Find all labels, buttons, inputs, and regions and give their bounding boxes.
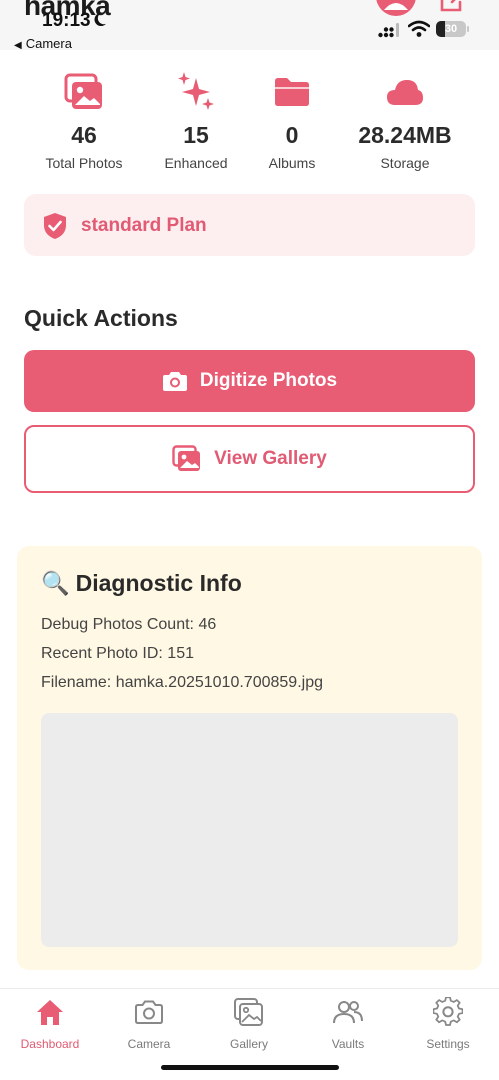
quick-actions-heading: Quick Actions: [24, 305, 178, 331]
tab-settings[interactable]: Settings: [398, 997, 498, 1051]
recent-photo-filename: Filename: hamka.20251010.700859.jpg: [41, 674, 323, 691]
battery-indicator: 30: [436, 21, 466, 37]
cloud-icon: [387, 80, 423, 105]
stat-albums: 0 Albums: [227, 72, 357, 171]
status-time: 19:13: [42, 10, 91, 31]
recent-photo-id: Recent Photo ID: 151: [41, 645, 194, 662]
magnifier-icon: 🔍: [41, 570, 70, 596]
digitize-photos-label: Digitize Photos: [199, 370, 338, 391]
home-indicator[interactable]: [161, 1065, 339, 1070]
tab-vaults[interactable]: Vaults: [298, 997, 398, 1051]
stat-total-photos-label: Total Photos: [45, 155, 123, 171]
back-arrow-icon: ◀: [14, 40, 22, 51]
tab-gallery[interactable]: Gallery: [199, 997, 299, 1051]
stat-storage: 28.24MB Storage: [340, 72, 470, 171]
gallery-icon: [234, 998, 263, 1026]
tab-camera-label: Camera: [127, 1037, 171, 1051]
folder-icon: [275, 78, 309, 106]
back-to-camera-link[interactable]: ◀ Camera: [14, 36, 72, 51]
diagnostic-title: 🔍 Diagnostic Info: [41, 570, 242, 597]
shield-check-icon: [44, 213, 66, 239]
debug-photos-count: Debug Photos Count: 46: [41, 616, 217, 633]
diagnostic-panel: 🔍 Diagnostic Info Debug Photos Count: 46…: [17, 546, 482, 970]
digitize-photos-button[interactable]: Digitize Photos: [24, 350, 475, 412]
battery-nub: [467, 26, 469, 32]
tab-camera[interactable]: Camera: [99, 997, 199, 1051]
photo-preview[interactable]: [41, 713, 458, 947]
sparkles-icon: [178, 72, 214, 110]
tab-gallery-label: Gallery: [229, 1037, 268, 1051]
stat-total-photos-value: 46: [71, 122, 97, 148]
view-gallery-label: View Gallery: [214, 448, 327, 469]
photos-icon: [64, 73, 102, 109]
stat-total-photos: 46 Total Photos: [19, 72, 149, 171]
battery-percent: 30: [444, 23, 458, 35]
back-link-label: Camera: [25, 36, 72, 51]
tab-vaults-label: Vaults: [331, 1037, 365, 1051]
gear-icon: [433, 997, 463, 1026]
wifi-icon: [408, 20, 430, 37]
stat-albums-label: Albums: [268, 155, 316, 171]
home-icon: [37, 1000, 63, 1025]
camera-icon: [135, 1000, 163, 1024]
moon-icon: [94, 12, 107, 27]
profile-avatar-icon[interactable]: [374, 0, 418, 18]
signal-icon: [378, 23, 399, 38]
view-gallery-button[interactable]: View Gallery: [24, 425, 475, 493]
users-icon: [333, 1001, 363, 1024]
share-icon[interactable]: [438, 0, 472, 14]
camera-icon: [162, 372, 187, 391]
plan-banner[interactable]: standard Plan: [24, 194, 475, 256]
gallery-icon: [172, 445, 201, 471]
diagnostic-title-text: Diagnostic Info: [75, 570, 242, 596]
stat-albums-value: 0: [285, 122, 299, 148]
stat-storage-label: Storage: [380, 155, 430, 171]
stat-storage-value: 28.24MB: [358, 122, 452, 148]
tab-dashboard[interactable]: Dashboard: [0, 997, 100, 1051]
tab-dashboard-label: Dashboard: [20, 1037, 80, 1051]
plan-label: standard Plan: [81, 215, 207, 236]
tab-settings-label: Settings: [426, 1037, 470, 1051]
